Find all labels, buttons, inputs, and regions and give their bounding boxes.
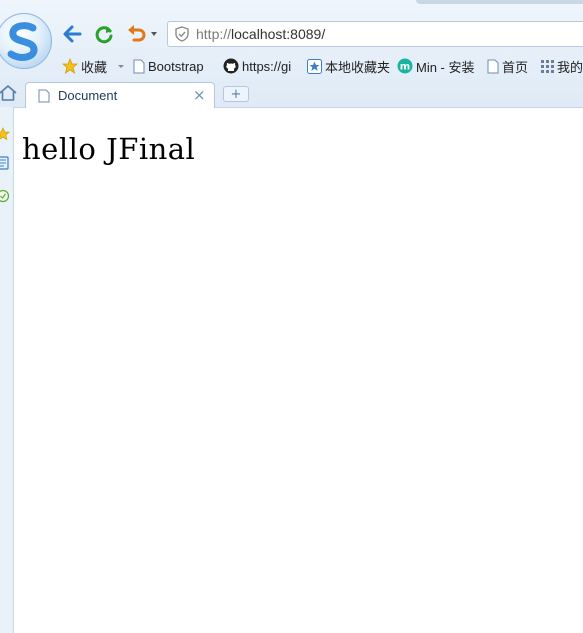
reader-icon[interactable]: [0, 156, 10, 170]
bookmark-min[interactable]: m Min - 安装: [397, 57, 475, 75]
star-icon[interactable]: [0, 127, 10, 141]
bookmark-favorites[interactable]: 收藏: [62, 57, 126, 75]
bookmark-bootstrap[interactable]: Bootstrap: [133, 57, 204, 75]
address-bar[interactable]: http://localhost:8089/: [167, 21, 583, 47]
bookmark-mine[interactable]: 我的: [541, 57, 583, 75]
undo-icon: [128, 25, 157, 42]
check-circle-icon[interactable]: [0, 189, 10, 203]
chevron-down-icon: [118, 65, 125, 68]
bookmark-label: 收藏: [81, 59, 108, 75]
home-button[interactable]: [0, 84, 20, 104]
page-content: hello JFinal: [14, 108, 583, 633]
star-box-icon: [307, 58, 322, 74]
url-text[interactable]: http://localhost:8089/: [196, 26, 325, 42]
undo-close-tab-button[interactable]: [124, 22, 160, 46]
bookmark-label: https://gi: [242, 58, 292, 74]
home-icon: [0, 85, 17, 101]
window-edge: [416, 0, 583, 4]
bookmark-label: 本地收藏夹: [325, 59, 391, 75]
bookmark-label: 首页: [502, 59, 529, 75]
refresh-button[interactable]: [92, 22, 116, 46]
url-host: localhost:8089/: [231, 26, 326, 42]
security-shield-icon[interactable]: [174, 26, 190, 42]
close-icon[interactable]: ×: [193, 86, 206, 104]
bookmarks-bar: 收藏 Bootstrap https://gi 本地收藏夹 m Min - 安装…: [0, 54, 583, 78]
bookmark-label: Bootstrap: [148, 58, 204, 74]
svg-text:m: m: [400, 62, 410, 73]
bookmark-github[interactable]: https://gi: [223, 57, 291, 75]
url-scheme: http://: [196, 26, 232, 42]
back-arrow-icon: [63, 25, 82, 43]
tab-title: Document: [58, 88, 118, 103]
bookmark-home[interactable]: 首页: [487, 57, 528, 75]
page-icon: [487, 59, 499, 73]
browser-chrome: http://localhost:8089/ 收藏 Bootstrap http…: [0, 0, 583, 108]
new-tab-button[interactable]: +: [223, 86, 249, 102]
back-button[interactable]: [60, 22, 84, 46]
min-icon: m: [397, 58, 413, 74]
bookmark-label: Min - 安装: [416, 59, 475, 75]
tab-document[interactable]: Document ×: [25, 82, 215, 108]
page-heading: hello JFinal: [22, 132, 196, 166]
tab-strip: Document × +: [0, 80, 583, 108]
apps-grid-icon: [541, 59, 554, 73]
bookmark-label: 我的: [557, 59, 583, 75]
refresh-icon: [95, 26, 113, 44]
github-icon: [223, 58, 239, 74]
sidebar: [0, 107, 14, 633]
page-icon: [133, 59, 145, 73]
page-icon: [38, 89, 50, 103]
bookmark-local-favorites[interactable]: 本地收藏夹: [307, 57, 390, 75]
star-icon: [62, 58, 78, 74]
